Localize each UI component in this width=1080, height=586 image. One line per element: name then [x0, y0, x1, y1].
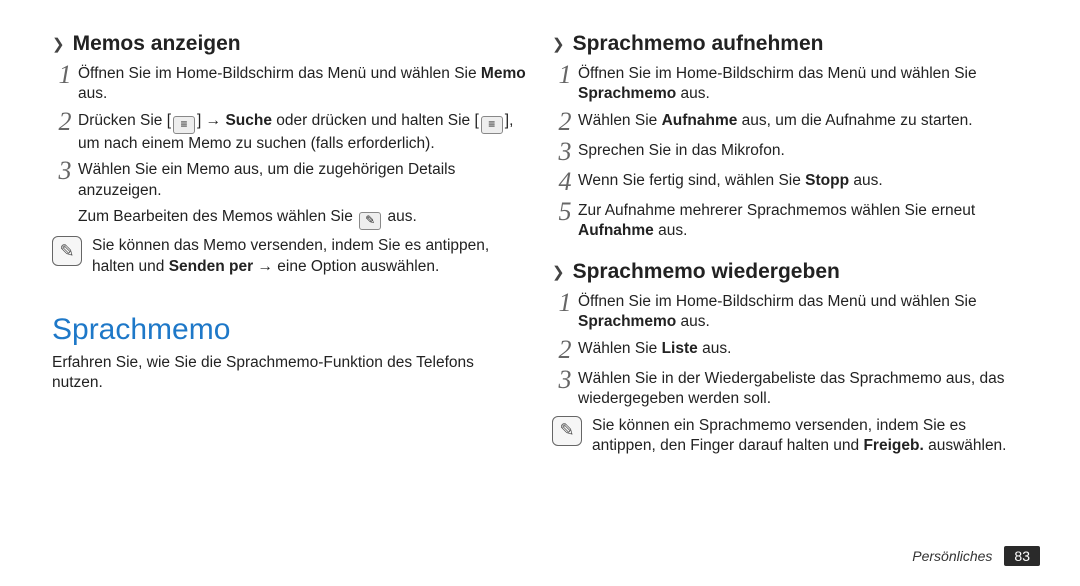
- step: 4 Wenn Sie fertig sind, wählen Sie Stopp…: [552, 171, 1028, 195]
- step-body: Öffnen Sie im Home-Bildschirm das Menü u…: [78, 64, 528, 105]
- footer-category: Persönliches: [912, 548, 992, 564]
- page-number: 83: [1004, 546, 1040, 566]
- steps-memos-anzeigen: 1 Öffnen Sie im Home-Bildschirm das Menü…: [52, 64, 528, 277]
- step-body: Öffnen Sie im Home-Bildschirm das Menü u…: [578, 64, 1028, 105]
- post: auswählen.: [924, 437, 1007, 454]
- step-number: 1: [552, 62, 578, 88]
- step-body: Zur Aufnahme mehrerer Sprachmemos wählen…: [578, 201, 1028, 242]
- after: aus.: [849, 172, 883, 189]
- bold: Freigeb.: [863, 437, 923, 454]
- step-body: Sprechen Sie in das Mikrofon.: [578, 141, 1028, 161]
- step-number: 1: [552, 290, 578, 316]
- step-body: Wählen Sie in der Wiedergabeliste das Sp…: [578, 369, 1028, 410]
- step: 3 Sprechen Sie in das Mikrofon.: [552, 141, 1028, 165]
- after: aus.: [78, 85, 107, 102]
- bold: Suche: [225, 112, 272, 129]
- after: aus, um die Aufnahme zu starten.: [737, 112, 972, 129]
- menu-icon: ≡: [173, 116, 195, 134]
- chevron-icon: ❯: [552, 35, 565, 53]
- text: Zur Aufnahme mehrerer Sprachmemos wählen…: [578, 202, 975, 219]
- step-number: 2: [52, 109, 78, 135]
- chevron-icon: ❯: [552, 263, 565, 281]
- text: Öffnen Sie im Home-Bildschirm das Menü u…: [578, 293, 977, 310]
- heading-sprachmemo: Sprachmemo: [52, 313, 528, 347]
- step-number: 4: [552, 169, 578, 195]
- section-title: Memos anzeigen: [73, 32, 241, 56]
- left-column: ❯ Memos anzeigen 1 Öffnen Sie im Home-Bi…: [40, 24, 540, 546]
- page: ❯ Memos anzeigen 1 Öffnen Sie im Home-Bi…: [0, 0, 1080, 586]
- note-body: Sie können ein Sprachmemo versenden, ind…: [592, 416, 1028, 457]
- bold: Aufnahme: [578, 222, 654, 239]
- note-body: Sie können das Memo versenden, indem Sie…: [92, 236, 528, 277]
- step: 2 Drücken Sie [≡] → Suche oder drücken u…: [52, 111, 528, 154]
- note-glyph: ✎: [59, 241, 74, 262]
- note-icon: ✎: [552, 416, 582, 446]
- bold: Liste: [662, 340, 698, 357]
- section-title: Sprachmemo wiedergeben: [573, 260, 840, 284]
- step: 3 Wählen Sie in der Wiedergabeliste das …: [552, 369, 1028, 410]
- step-body: Wählen Sie Aufnahme aus, um die Aufnahme…: [578, 111, 1028, 131]
- text: Wählen Sie: [578, 112, 662, 129]
- section-title: Sprachmemo aufnehmen: [573, 32, 824, 56]
- step-body: Drücken Sie [≡] → Suche oder drücken und…: [78, 111, 528, 154]
- menu-icon: ≡: [481, 116, 503, 134]
- bold: Senden per: [169, 258, 253, 275]
- step-number: 1: [52, 62, 78, 88]
- step-number: 5: [552, 199, 578, 225]
- chevron-icon: ❯: [52, 35, 65, 53]
- step: 1 Öffnen Sie im Home-Bildschirm das Menü…: [552, 292, 1028, 333]
- step-number: 3: [52, 158, 78, 184]
- step: 5 Zur Aufnahme mehrerer Sprachmemos wähl…: [552, 201, 1028, 242]
- post: → eine Option auswählen.: [253, 258, 439, 275]
- steps-aufnehmen: 1 Öffnen Sie im Home-Bildschirm das Menü…: [552, 64, 1028, 242]
- note-icon: ✎: [52, 236, 82, 266]
- bold: Sprachmemo: [578, 313, 676, 330]
- step: 2 Wählen Sie Aufnahme aus, um die Aufnah…: [552, 111, 1028, 135]
- after: aus.: [698, 340, 732, 357]
- text: Wenn Sie fertig sind, wählen Sie: [578, 172, 805, 189]
- post: aus.: [383, 208, 417, 225]
- step-number: 2: [552, 109, 578, 135]
- text: Wählen Sie: [578, 340, 662, 357]
- step-body: Wählen Sie Liste aus.: [578, 339, 1028, 359]
- bold: Memo: [481, 65, 526, 82]
- right-column: ❯ Sprachmemo aufnehmen 1 Öffnen Sie im H…: [540, 24, 1040, 546]
- step-body: Wenn Sie fertig sind, wählen Sie Stopp a…: [578, 171, 1028, 191]
- section-head-memos-anzeigen: ❯ Memos anzeigen: [52, 32, 528, 56]
- bold: Stopp: [805, 172, 849, 189]
- step-number: 3: [552, 139, 578, 165]
- step-number: 2: [552, 337, 578, 363]
- step-body: Wählen Sie ein Memo aus, um die zugehöri…: [78, 160, 528, 201]
- after: aus.: [676, 313, 710, 330]
- section-head-aufnehmen: ❯ Sprachmemo aufnehmen: [552, 32, 1028, 56]
- pre: Zum Bearbeiten des Memos wählen Sie: [78, 208, 357, 225]
- steps-wiedergeben: 1 Öffnen Sie im Home-Bildschirm das Menü…: [552, 292, 1028, 410]
- step: 2 Wählen Sie Liste aus.: [552, 339, 1028, 363]
- step-body: Öffnen Sie im Home-Bildschirm das Menü u…: [578, 292, 1028, 333]
- intro-text: Erfahren Sie, wie Sie die Sprachmemo-Fun…: [52, 353, 528, 393]
- step: 1 Öffnen Sie im Home-Bildschirm das Menü…: [52, 64, 528, 105]
- bold: Aufnahme: [662, 112, 738, 129]
- after: aus.: [654, 222, 688, 239]
- note: ✎ Sie können ein Sprachmemo versenden, i…: [552, 416, 1028, 457]
- note: ✎ Sie können das Memo versenden, indem S…: [52, 236, 528, 277]
- mid2: oder drücken und halten Sie [: [272, 112, 479, 129]
- note-glyph: ✎: [559, 420, 574, 441]
- mid: ] →: [197, 112, 225, 129]
- step: 3 Wählen Sie ein Memo aus, um die zugehö…: [52, 160, 528, 201]
- bold: Sprachmemo: [578, 85, 676, 102]
- step: 1 Öffnen Sie im Home-Bildschirm das Menü…: [552, 64, 1028, 105]
- section-head-wiedergeben: ❯ Sprachmemo wiedergeben: [552, 260, 1028, 284]
- after: aus.: [676, 85, 710, 102]
- page-footer: Persönliches 83: [912, 546, 1040, 566]
- step-number: 3: [552, 367, 578, 393]
- plain-line: Zum Bearbeiten des Memos wählen Sie ✎ au…: [78, 207, 528, 230]
- edit-icon: ✎: [359, 212, 381, 230]
- pre: Drücken Sie [: [78, 112, 171, 129]
- text: Öffnen Sie im Home-Bildschirm das Menü u…: [78, 65, 481, 82]
- text: Öffnen Sie im Home-Bildschirm das Menü u…: [578, 65, 977, 82]
